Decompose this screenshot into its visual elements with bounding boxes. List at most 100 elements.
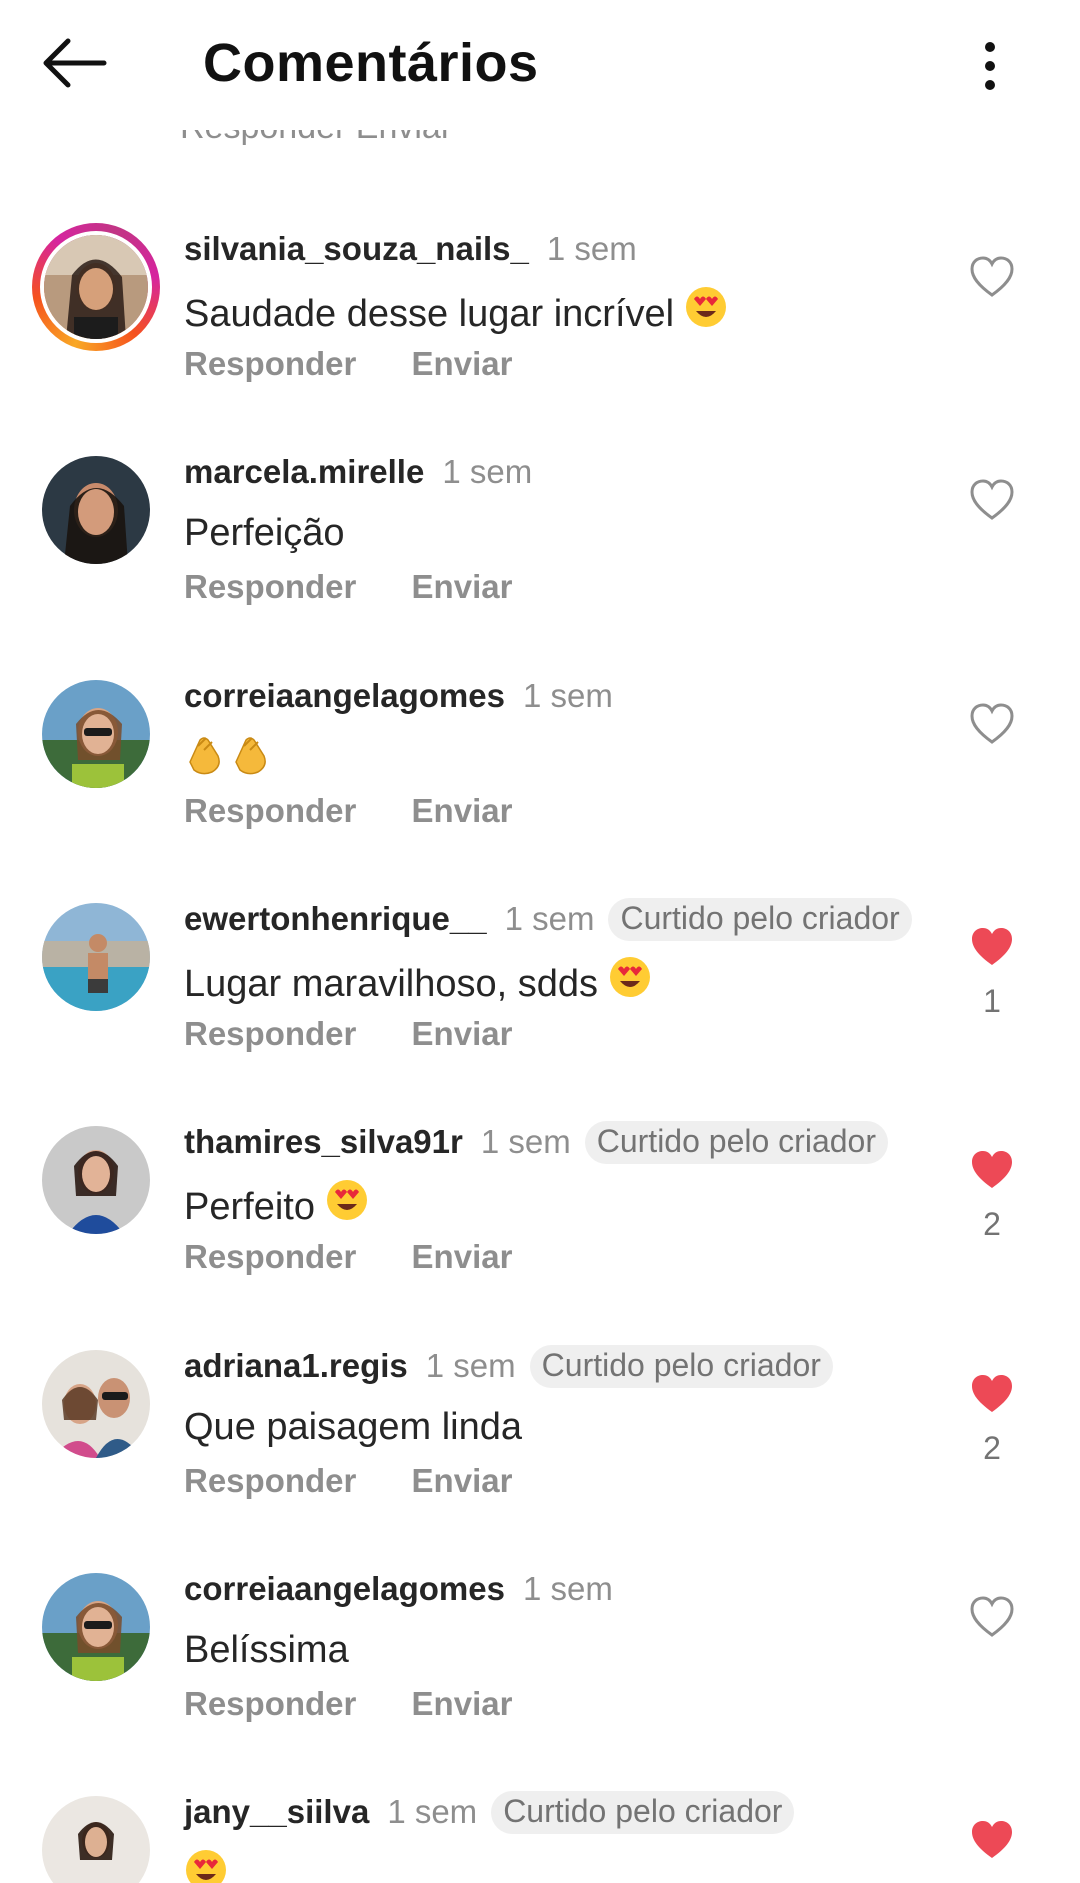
heart-filled-icon[interactable] [968,1148,1016,1192]
comment-actions: Responder Enviar [184,1462,512,1500]
avatar-frame[interactable] [42,1573,150,1681]
heart-outline-icon[interactable] [968,478,1016,522]
heart-eyes-emoji-icon [684,285,728,342]
top-bar: Comentários [0,0,1080,130]
username[interactable]: thamires_silva91r [184,1123,463,1161]
avatar[interactable] [42,1126,150,1234]
comment-item: thamires_silva91r 1 sem Curtido pelo cri… [0,1096,1080,1296]
comment-meta: correiaangelagomes 1 sem [184,1566,613,1612]
avatar-frame[interactable] [42,1350,150,1458]
avatar-frame[interactable] [42,1126,150,1234]
comment-meta: marcela.mirelle 1 sem [184,449,532,495]
send-button[interactable]: Enviar [412,345,513,382]
send-button[interactable]: Enviar [412,1015,513,1052]
comment-item: marcela.mirelle 1 sem Perfeição Responde… [0,426,1080,626]
username[interactable]: silvania_souza_nails_ [184,230,529,268]
reply-button[interactable]: Responder [184,1015,356,1052]
comment-text-body: Que paisagem linda [184,1406,522,1448]
clapping-hands-icon [184,732,274,789]
username[interactable]: adriana1.regis [184,1347,408,1385]
heart-filled-icon[interactable] [968,1818,1016,1862]
avatar[interactable] [42,456,150,564]
avatar-frame[interactable] [42,903,150,1011]
heart-eyes-emoji-icon [608,955,652,1012]
avatar[interactable] [40,231,152,343]
avatar[interactable] [42,1350,150,1458]
liked-by-creator-badge: Curtido pelo criador [529,1344,833,1388]
send-button[interactable]: Enviar [412,1685,513,1722]
like-count: 1 [983,983,1001,1019]
username[interactable]: correiaangelagomes [184,1570,505,1608]
timestamp: 1 sem [546,230,637,267]
arrow-left-icon[interactable] [40,35,120,95]
comment-item: silvania_souza_nails_ 1 sem Saudade dess… [0,203,1080,403]
comment-text-body: Perfeição [184,512,345,554]
heart-outline-icon[interactable] [968,702,1016,746]
comment-text: Saudade desse lugar incrível [184,285,728,342]
avatar-frame[interactable] [42,456,150,564]
reply-button[interactable]: Responder [184,1462,356,1499]
timestamp: 1 sem [522,677,613,714]
heart-outline-icon[interactable] [968,1595,1016,1639]
avatar-frame[interactable] [42,680,150,788]
timestamp: 1 sem [522,1570,613,1607]
liked-by-creator-badge: Curtido pelo criador [584,1120,888,1164]
liked-by-creator-badge: Curtido pelo criador [608,897,912,941]
comment-meta: thamires_silva91r 1 sem Curtido pelo cri… [184,1119,888,1165]
comment-meta: ewertonhenrique__ 1 sem Curtido pelo cri… [184,896,912,942]
vertical-dots-icon[interactable] [970,36,1010,96]
heart-filled-icon[interactable] [968,1372,1016,1416]
comment-item: adriana1.regis 1 sem Curtido pelo criado… [0,1320,1080,1520]
reply-button[interactable]: Responder [184,345,356,382]
comment-meta: correiaangelagomes 1 sem [184,673,613,719]
comment-actions: Responder Enviar [184,345,512,383]
comment-meta: jany__siilva 1 sem Curtido pelo criador [184,1789,795,1835]
reply-button[interactable]: Responder [184,1238,356,1275]
page-title: Comentários [203,33,539,93]
heart-filled-icon[interactable] [968,925,1016,969]
comment-text-body: Saudade desse lugar incrível [184,292,675,335]
send-button[interactable]: Enviar [412,1238,513,1275]
username[interactable]: marcela.mirelle [184,453,424,491]
timestamp: 1 sem [504,900,595,937]
comment-text-body: Belíssima [184,1629,349,1671]
comment-item: ewertonhenrique__ 1 sem Curtido pelo cri… [0,873,1080,1073]
scrolled-comment-actions-text: Responder Enviar [180,130,480,147]
comment-text-body: Perfeito [184,1185,315,1228]
username[interactable]: correiaangelagomes [184,677,505,715]
scrolled-comment-actions: Responder Enviar [180,130,480,148]
reply-button[interactable]: Responder [184,792,356,829]
comment-text [184,732,274,789]
username[interactable]: jany__siilva [184,1793,369,1831]
heart-outline-icon[interactable] [968,255,1016,299]
avatar[interactable] [42,1796,150,1883]
comment-text: Perfeito [184,1178,369,1235]
username[interactable]: ewertonhenrique__ [184,900,487,938]
comment-meta: silvania_souza_nails_ 1 sem [184,226,637,272]
comment-text-body: Lugar maravilhoso, sdds [184,962,598,1005]
timestamp: 1 sem [480,1123,571,1160]
like-count: 2 [983,1430,1001,1466]
avatar[interactable] [42,903,150,1011]
comment-text [184,1848,228,1883]
send-button[interactable]: Enviar [412,1462,513,1499]
reply-button[interactable]: Responder [184,568,356,605]
comment-actions: Responder Enviar [184,1015,512,1053]
story-ring[interactable] [32,223,160,351]
send-button[interactable]: Enviar [412,568,513,605]
reply-button[interactable]: Responder [184,1685,356,1722]
comments-list[interactable]: silvania_souza_nails_ 1 sem Saudade dess… [0,0,1080,1883]
comment-item: correiaangelagomes 1 sem Belíssima Respo… [0,1543,1080,1743]
send-button[interactable]: Enviar [412,792,513,829]
timestamp: 1 sem [442,453,533,490]
like-count: 2 [983,1206,1001,1242]
avatar-frame[interactable] [42,1796,150,1883]
comment-meta: adriana1.regis 1 sem Curtido pelo criado… [184,1343,833,1389]
heart-eyes-emoji-icon [325,1178,369,1235]
comment-text: Lugar maravilhoso, sdds [184,955,652,1012]
comment-actions: Responder Enviar [184,1238,512,1276]
avatar[interactable] [42,680,150,788]
comment-actions: Responder Enviar [184,792,512,830]
avatar[interactable] [42,1573,150,1681]
comment-text: Que paisagem linda [184,1402,522,1452]
